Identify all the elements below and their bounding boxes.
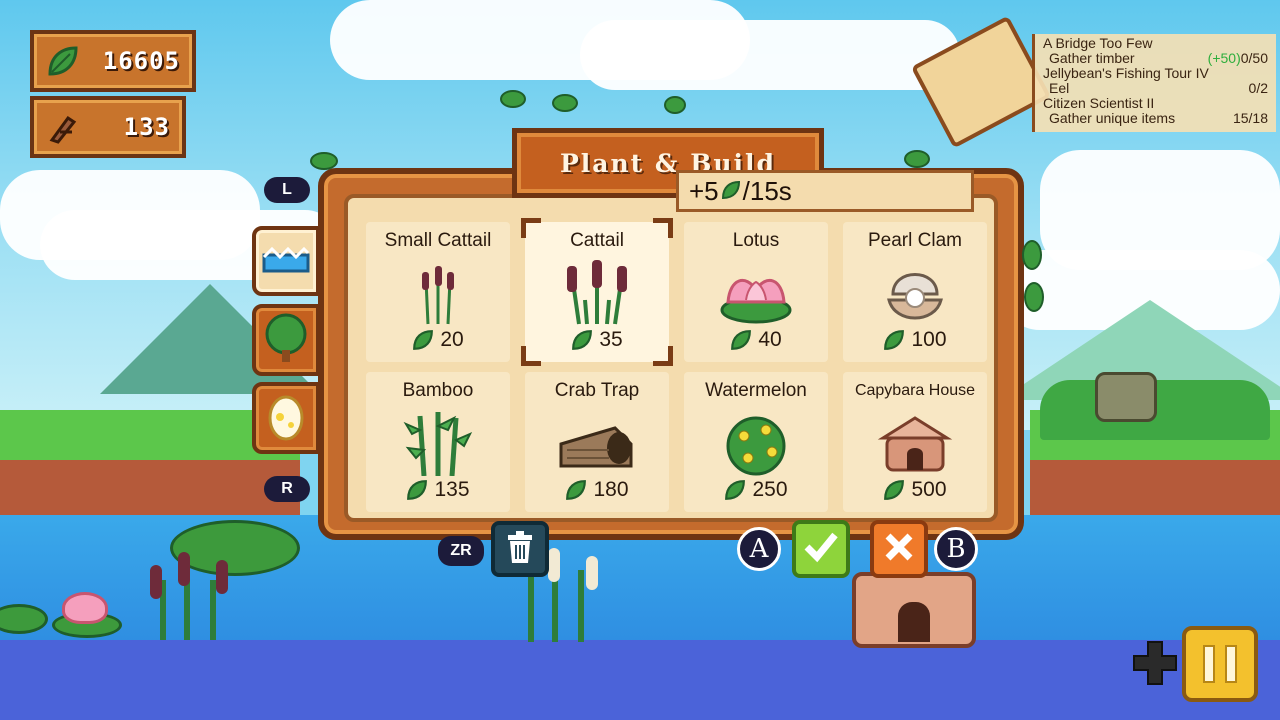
vine-leaf (904, 150, 930, 168)
pearl-clam-icon (875, 260, 955, 326)
item-card-lotus[interactable]: Lotus 40 (684, 222, 828, 362)
quest-task: Gather unique items 15/18 (1049, 110, 1268, 126)
quest-title: Jellybean's Fishing Tour IV (1043, 65, 1209, 81)
item-card-small-cattail[interactable]: Small Cattail 20 (366, 222, 510, 362)
leaf-icon (42, 40, 84, 82)
sea-deep (0, 640, 1280, 720)
leaf-counter: 16605 (30, 30, 196, 92)
wood-counter: 133 (30, 96, 186, 158)
item-card-pearl-clam[interactable]: Pearl Clam 100 (843, 222, 987, 362)
vine-leaf (500, 90, 526, 108)
bamboo-icon (398, 410, 478, 477)
cattail-reed (528, 570, 534, 642)
capybara-house-icon (875, 410, 955, 476)
vine-leaf (310, 152, 338, 170)
leaf-icon (731, 330, 752, 350)
pause-icon (1203, 645, 1215, 683)
crab-trap-icon (557, 410, 637, 476)
tree-icon (264, 312, 308, 368)
quest-title: A Bridge Too Few (1043, 35, 1153, 51)
trash-button[interactable] (491, 521, 549, 577)
pause-button[interactable] (1182, 626, 1258, 702)
quest-bonus: (+50) (1207, 50, 1241, 66)
leaf-icon (884, 480, 905, 500)
item-name: Crab Trap (554, 380, 640, 401)
quest-log: A Bridge Too Few Gather timber (+50)0/50… (1032, 34, 1276, 132)
water-icon (262, 245, 310, 277)
item-cost: 35 (525, 328, 669, 352)
lotus-flower (62, 592, 108, 624)
leaf-icon (566, 480, 587, 500)
checkmark-icon (803, 531, 839, 567)
item-card-capybara-house[interactable]: Capybara House 500 (843, 372, 987, 512)
leaf-icon (572, 330, 593, 350)
left-cliff (0, 460, 300, 518)
cattail-head (548, 548, 560, 582)
item-grid: Small Cattail 20 Cattail 35 Lotus 40 Pea… (366, 218, 988, 512)
tab-animals[interactable] (252, 382, 320, 454)
cancel-button[interactable] (870, 520, 928, 578)
b-button[interactable]: B (934, 527, 978, 571)
item-name: Watermelon (705, 380, 807, 401)
rock-cave (1095, 372, 1157, 422)
item-name: Lotus (732, 230, 780, 251)
cattail-head (586, 556, 598, 590)
leaf-icon (884, 330, 905, 350)
item-card-crab-trap[interactable]: Crab Trap 180 (525, 372, 669, 512)
trash-icon (504, 529, 536, 569)
item-cost: 135 (366, 478, 510, 502)
vine-leaf (552, 94, 578, 112)
item-card-watermelon[interactable]: Watermelon 250 (684, 372, 828, 512)
watermelon-icon (716, 410, 796, 476)
egg-icon (266, 391, 306, 445)
item-name: Capybara House (854, 382, 976, 399)
confirm-button[interactable] (792, 520, 850, 578)
tab-water[interactable] (252, 226, 320, 296)
item-card-bamboo[interactable]: Bamboo 135 (366, 372, 510, 512)
cattail-head (178, 552, 190, 586)
tab-trees[interactable] (252, 304, 320, 376)
zr-button[interactable]: ZR (438, 536, 484, 566)
cattail-reed (578, 570, 584, 642)
leaf-icon (725, 480, 746, 500)
item-card-cattail[interactable]: Cattail 35 (521, 218, 673, 366)
a-button[interactable]: A (737, 527, 781, 571)
vine-leaf (1024, 282, 1044, 312)
lotus-icon (716, 260, 796, 326)
cattail-head (150, 565, 162, 599)
shoulder-l-button[interactable]: L (264, 177, 310, 203)
quest-task: Eel 0/2 (1049, 80, 1268, 96)
wood-count: 133 (123, 113, 170, 141)
item-cost: 100 (843, 328, 987, 352)
income-rate: +5 /15s (676, 170, 974, 212)
pause-icon (1225, 645, 1237, 683)
wood-icon (42, 106, 84, 148)
cattail-icon (557, 260, 637, 326)
cloud (580, 20, 960, 90)
item-name: Small Cattail (384, 230, 492, 251)
leaf-icon (413, 330, 434, 350)
close-icon (883, 531, 915, 567)
shoulder-r-button[interactable]: R (264, 476, 310, 502)
cattail-head (216, 560, 228, 594)
quest-title: Citizen Scientist II (1043, 95, 1155, 111)
item-cost: 250 (684, 478, 828, 502)
hut-door (898, 602, 930, 642)
leaf-icon (407, 480, 428, 500)
item-name: Pearl Clam (868, 230, 962, 251)
item-cost: 40 (684, 328, 828, 352)
small-cattail-icon (398, 260, 478, 326)
dpad-icon (1132, 640, 1178, 686)
quest-task: Gather timber (+50)0/50 (1049, 50, 1268, 66)
leaf-icon (721, 176, 741, 207)
item-cost: 500 (843, 478, 987, 502)
item-cost: 20 (366, 328, 510, 352)
item-cost: 180 (525, 478, 669, 502)
vine-leaf (1022, 240, 1042, 270)
item-name: Bamboo (402, 380, 474, 401)
vine-leaf (664, 96, 686, 114)
right-cliff (1030, 460, 1280, 518)
item-name: Cattail (570, 230, 624, 251)
leaf-count: 16605 (102, 47, 180, 75)
